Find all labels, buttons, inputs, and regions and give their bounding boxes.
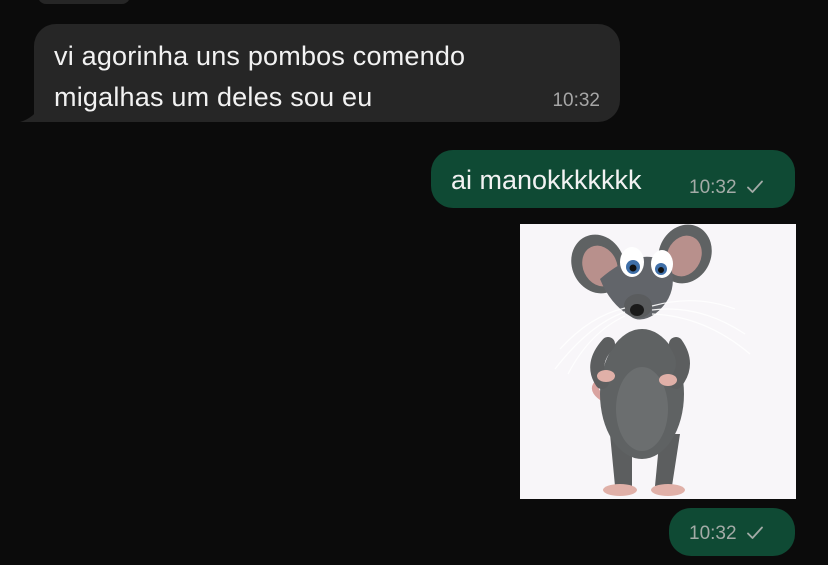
outgoing-message-text: ai manokkkkkkk (451, 165, 642, 195)
outgoing-sticker-meta-bubble[interactable]: 10:32 (669, 508, 795, 556)
incoming-message-text: vi agorinha uns pombos comendo migalhas … (54, 36, 465, 118)
incoming-message-bubble[interactable]: vi agorinha uns pombos comendo migalhas … (20, 24, 620, 122)
bubble-tail (20, 104, 42, 122)
message-line: migalhas um deles sou eu (54, 82, 373, 112)
crying-mouse-sticker[interactable] (520, 224, 796, 499)
message-timestamp: 10:32 (689, 177, 737, 198)
sent-check-icon (746, 526, 763, 539)
outgoing-message-bubble[interactable]: ai manokkkkkkk 10:32 (431, 150, 795, 208)
message-line: vi agorinha uns pombos comendo (54, 41, 466, 71)
message-meta: 10:32 (689, 523, 764, 545)
message-timestamp: 10:32 (689, 523, 737, 544)
previous-message-bubble-edge (38, 0, 130, 4)
sent-check-icon (746, 180, 763, 193)
message-meta: 10:32 (689, 177, 764, 199)
message-timestamp: 10:32 (552, 90, 600, 111)
mouse-illustration (554, 224, 751, 496)
